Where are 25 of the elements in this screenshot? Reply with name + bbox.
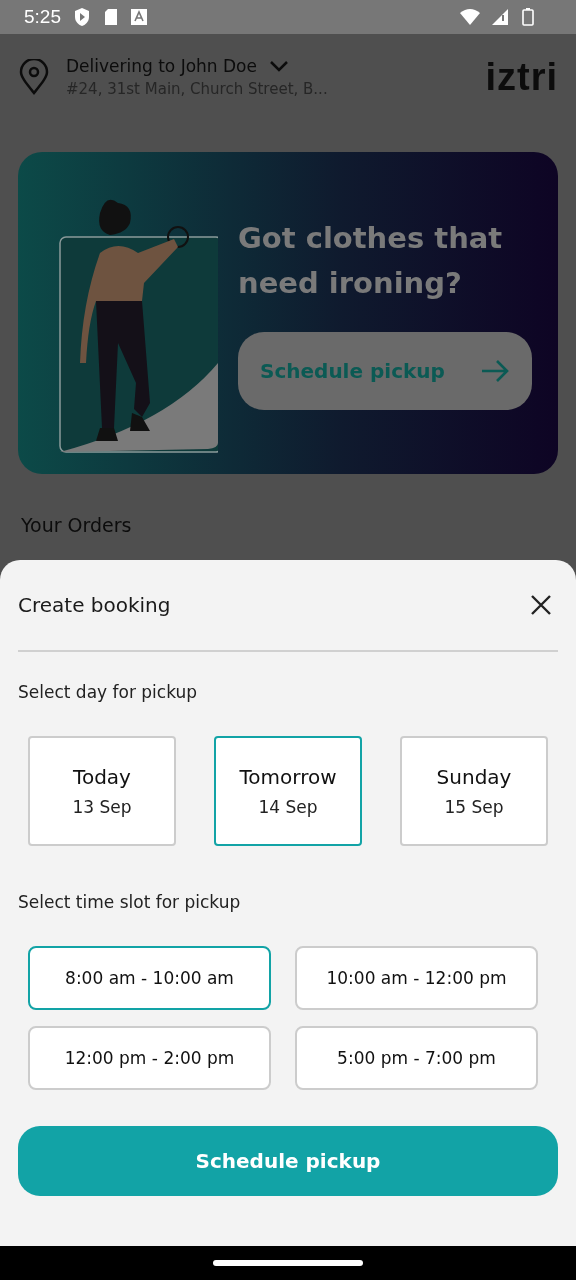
logo: iztri <box>485 55 558 99</box>
sheet-title: Create booking <box>18 593 171 617</box>
shield-icon <box>73 7 91 27</box>
signal-icon <box>492 8 510 26</box>
chevron-down-icon[interactable] <box>269 60 289 72</box>
section-heading: Your Orders <box>20 514 133 536</box>
sd-card-icon <box>103 8 119 26</box>
close-icon[interactable] <box>530 594 552 616</box>
arrow-right-icon <box>480 358 510 383</box>
section-label: Select day for pickup <box>18 682 199 702</box>
time-slot-option[interactable]: 10:00 am - 12:00 pm <box>295 946 538 1010</box>
day-option[interactable]: Today 13 Sep <box>28 736 176 846</box>
time-slot-option[interactable]: 5:00 pm - 7:00 pm <box>295 1026 538 1090</box>
day-option[interactable]: Sunday 15 Sep <box>400 736 548 846</box>
banner-headline: Got clothes that need ironing? <box>238 220 504 302</box>
font-icon <box>131 9 147 25</box>
day-option[interactable]: Tomorrow 14 Sep <box>214 736 362 846</box>
home-handle[interactable] <box>213 1260 363 1266</box>
section-label: Select time slot for pickup <box>18 892 242 912</box>
location-pin-icon[interactable] <box>18 59 50 95</box>
time-slot-option[interactable]: 8:00 am - 10:00 am <box>28 946 271 1010</box>
battery-icon <box>522 8 534 26</box>
time-slot-option[interactable]: 12:00 pm - 2:00 pm <box>28 1026 271 1090</box>
status-time: 5:25 <box>24 6 61 28</box>
wifi-icon <box>460 9 480 25</box>
